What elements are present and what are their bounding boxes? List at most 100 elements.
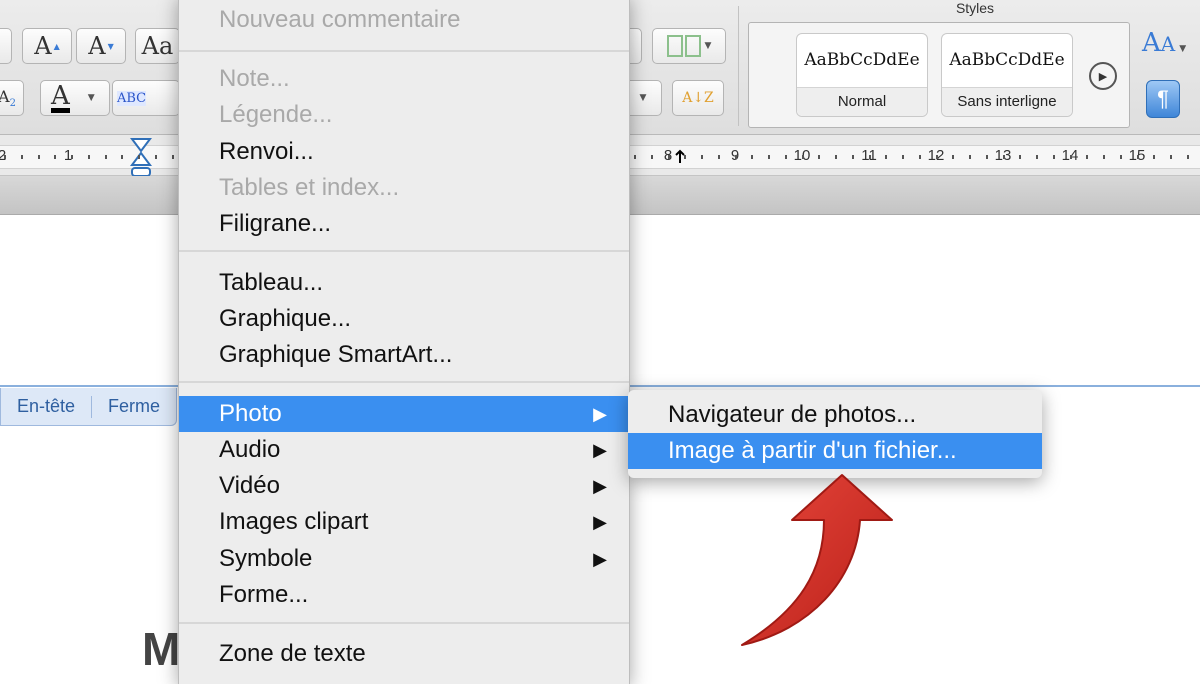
style-pane-button[interactable]: ¶ — [1146, 80, 1180, 118]
chevron-down-icon: ▼ — [1179, 44, 1187, 54]
menu-item-caption: Légende... — [179, 97, 629, 133]
font-color-icon: A — [51, 80, 70, 113]
header-tab-label[interactable]: En-tête — [1, 396, 91, 417]
menu-item-new-comment: Nouveau commentaire — [179, 2, 629, 38]
highlight-button[interactable]: ABC — [112, 80, 180, 116]
style-tile-normal[interactable]: AaBbCcDdEe Normal — [796, 33, 928, 117]
style-sample: AaBbCcDdEe — [804, 50, 920, 70]
submenu-item-photo-browser[interactable]: Navigateur de photos... — [628, 397, 1042, 433]
document-text: M — [142, 623, 181, 675]
menu-item-video[interactable]: Vidéo ▶ — [179, 468, 629, 504]
ruler-tick — [71, 155, 73, 159]
style-name: Normal — [797, 87, 927, 116]
ruler-tick — [37, 155, 40, 159]
styles-gallery: AaBbCcDdEe Normal AaBbCcDdEe Sans interl… — [748, 22, 1130, 128]
menu-item-label: Images clipart — [219, 508, 369, 535]
close-header-link[interactable]: Ferme — [92, 396, 176, 417]
menu-item-label: Graphique SmartArt... — [219, 341, 453, 368]
ruler-tick — [1136, 155, 1139, 159]
highlight-icon: ABC — [117, 90, 147, 106]
ruler-tick — [985, 155, 988, 159]
subscript-button[interactable]: A2 — [0, 80, 24, 116]
menu-item-label: Note... — [219, 65, 290, 92]
ruler-tick — [1019, 155, 1022, 159]
menu-item-label: Légende... — [219, 101, 333, 128]
menu-item-table[interactable]: Tableau... — [179, 265, 629, 301]
menu-item-label: Symbole — [219, 545, 313, 572]
menu-item-photo[interactable]: Photo ▶ — [179, 396, 629, 432]
change-case-button[interactable]: Aa — [135, 28, 180, 64]
ruler-tick — [1002, 155, 1005, 159]
menu-item-label: Forme... — [219, 581, 309, 608]
ruler-tick — [868, 155, 871, 159]
subscript-icon: A2 — [0, 86, 16, 110]
ruler-tick — [20, 155, 23, 159]
ruler-tick — [1103, 155, 1105, 159]
styles-group-label: Styles — [955, 0, 995, 16]
menu-item-audio[interactable]: Audio ▶ — [179, 432, 629, 468]
ruler-tick — [734, 155, 737, 159]
shrink-font-button[interactable]: A — [76, 28, 126, 64]
menu-item-chart[interactable]: Graphique... — [179, 301, 629, 337]
ruler-tick — [851, 155, 854, 159]
font-color-button[interactable]: A ▼ — [40, 80, 110, 116]
grow-font-button[interactable]: A — [22, 28, 72, 64]
ruler-tick — [1052, 155, 1055, 159]
ruler-tick — [667, 155, 670, 159]
style-tile-no-spacing[interactable]: AaBbCcDdEe Sans interligne — [941, 33, 1073, 117]
menu-item-smartart[interactable]: Graphique SmartArt... — [179, 337, 629, 373]
ruler-tick — [1119, 155, 1122, 159]
menu-item-watermark[interactable]: Filigrane... — [179, 206, 629, 242]
menu-item-index-tables: Tables et index... — [179, 170, 629, 206]
menu-separator — [179, 381, 629, 383]
menu-item-clipart[interactable]: Images clipart ▶ — [179, 504, 629, 540]
ruler-tick — [684, 155, 687, 159]
text-effects-icon: AA — [1142, 28, 1176, 58]
menu-item-text-box[interactable]: Zone de texte — [179, 636, 629, 672]
ruler-tick — [952, 155, 955, 159]
submenu-arrow-icon: ▶ — [593, 440, 607, 460]
group-divider — [738, 6, 739, 126]
menu-separator — [179, 622, 629, 624]
text-effects-button[interactable]: AA ▼ — [1142, 28, 1194, 68]
menu-item-cross-reference[interactable]: Renvoi... — [179, 134, 629, 170]
columns-button[interactable]: ▼ — [652, 28, 726, 64]
menu-separator — [179, 50, 629, 52]
menu-item-label: Filigrane... — [219, 210, 332, 237]
styles-next-button[interactable]: ▶ — [1089, 62, 1117, 90]
ruler-tick — [1170, 155, 1172, 159]
indent-marker-icon[interactable] — [130, 137, 152, 181]
ruler-tick — [902, 155, 904, 159]
menu-item-note: Note... — [179, 61, 629, 97]
ruler-tick — [1086, 155, 1089, 159]
ruler-tick — [1036, 155, 1038, 159]
menu-separator — [179, 250, 629, 252]
ruler-tick — [54, 155, 57, 159]
ruler-tick — [121, 155, 124, 159]
style-name: Sans interligne — [942, 87, 1072, 116]
partial-ribbon-button[interactable] — [0, 28, 12, 64]
menu-item-symbol[interactable]: Symbole ▶ — [179, 541, 629, 577]
chevron-down-icon: ▼ — [704, 41, 712, 51]
chevron-down-icon: ▼ — [639, 93, 647, 103]
sort-button[interactable]: A↓Z — [672, 80, 724, 116]
menu-item-label: Nouveau commentaire — [219, 6, 461, 33]
ruler-tick — [918, 155, 921, 159]
submenu-arrow-icon: ▶ — [593, 404, 607, 424]
ruler-tick — [1153, 155, 1156, 159]
submenu-item-picture-from-file[interactable]: Image à partir d'un fichier... — [628, 433, 1042, 469]
menu-item-label: Tables et index... — [219, 174, 400, 201]
ruler-tick — [4, 155, 6, 159]
grow-font-label: A — [34, 32, 52, 60]
insert-menu: Nouveau commentaire Note... Légende... R… — [178, 0, 630, 684]
columns-icon — [684, 35, 701, 57]
ruler-tick — [969, 155, 971, 159]
ruler-tick — [104, 155, 107, 159]
menu-item-shape[interactable]: Forme... — [179, 577, 629, 613]
ruler-tick — [634, 155, 636, 159]
ruler-tick — [701, 155, 703, 159]
ruler-tick — [885, 155, 888, 159]
header-footer-tab[interactable]: En-tête Ferme — [0, 388, 178, 426]
ruler-tick — [801, 155, 804, 159]
chevron-down-icon: ▼ — [87, 93, 95, 103]
